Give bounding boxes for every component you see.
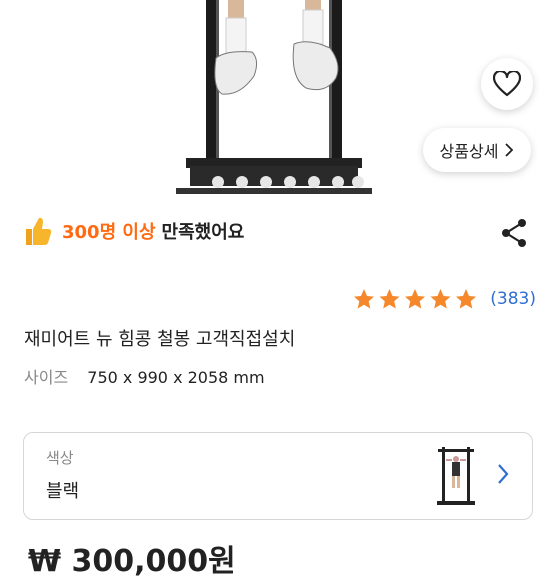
thumbs-up-icon	[26, 217, 52, 245]
product-title: 재미어트 뉴 힘콩 철봉 고객직접설치	[24, 329, 296, 350]
star-icon	[405, 289, 426, 309]
option-label: 색상	[46, 449, 74, 467]
star-rating-icons	[354, 289, 477, 309]
star-icon	[354, 289, 375, 309]
star-icon	[379, 289, 400, 309]
wishlist-button[interactable]	[481, 58, 533, 110]
size-label: 사이즈	[24, 368, 69, 387]
share-button[interactable]	[500, 218, 528, 252]
color-option-selector[interactable]: 색상 블랙	[23, 432, 533, 520]
size-value: 750 x 990 x 2058 mm	[87, 368, 265, 387]
satisfaction-banner: 300명 이상 만족했어요	[24, 212, 244, 250]
product-detail-button[interactable]: 상품상세	[423, 128, 531, 172]
chevron-right-icon	[498, 464, 509, 484]
rating-summary[interactable]: (383)	[353, 288, 536, 310]
heart-icon	[493, 71, 521, 97]
option-value: 블랙	[46, 481, 80, 502]
chevron-right-icon	[505, 143, 514, 157]
star-icon	[430, 289, 451, 309]
size-row: 사이즈 750 x 990 x 2058 mm	[24, 364, 265, 388]
review-count[interactable]: (383)	[490, 289, 536, 309]
satisfaction-highlight: 300명 이상	[62, 222, 156, 243]
satisfaction-text: 만족했어요	[161, 222, 245, 243]
star-icon	[456, 289, 477, 309]
share-icon	[502, 219, 526, 247]
price: ₩ 300,000원	[28, 544, 236, 579]
option-thumbnail	[437, 447, 475, 505]
product-detail-label: 상품상세	[439, 142, 499, 161]
